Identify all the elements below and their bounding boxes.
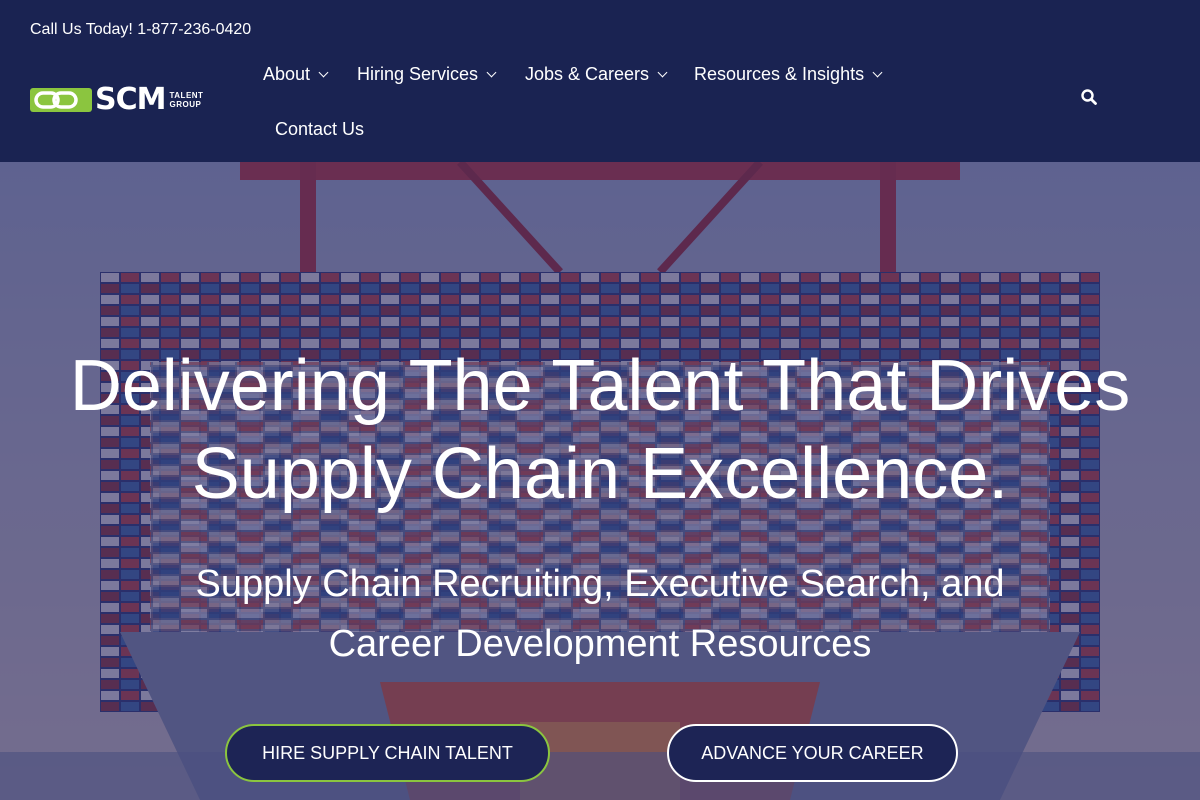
nav-hiring-services[interactable]: Hiring Services — [357, 64, 497, 85]
logo-wordmark: SCM — [95, 82, 166, 117]
chain-link-icon — [30, 88, 92, 112]
hero-section: Delivering The Talent That Drives Supply… — [0, 162, 1200, 800]
site-header: Call Us Today! 1-877-236-0420 SCM TALENT… — [0, 0, 1200, 162]
advance-your-career-button[interactable]: ADVANCE YOUR CAREER — [667, 724, 958, 782]
subheadline-line-1: Supply Chain Recruiting, Executive Searc… — [195, 563, 1005, 605]
hero-headline: Delivering The Talent That Drives Supply… — [0, 342, 1200, 518]
logo-tag-bottom: GROUP — [169, 100, 202, 109]
nav-label: Contact Us — [275, 119, 365, 139]
nav-about[interactable]: About — [263, 64, 329, 85]
nav-label: Resources & Insights — [694, 64, 865, 84]
hire-supply-chain-talent-button[interactable]: HIRE SUPPLY CHAIN TALENT — [225, 724, 550, 782]
nav-label: About — [263, 64, 311, 84]
logo[interactable]: SCM TALENT GROUP — [30, 84, 208, 116]
logo-tag-top: TALENT — [169, 91, 204, 100]
search-icon[interactable] — [1080, 88, 1098, 106]
chevron-down-icon — [657, 67, 668, 78]
nav-label: Hiring Services — [357, 64, 479, 84]
nav-resources-insights[interactable]: Resources & Insights — [694, 64, 883, 85]
hero-subheadline: Supply Chain Recruiting, Executive Searc… — [0, 554, 1200, 674]
nav-contact-us[interactable]: Contact Us — [275, 119, 364, 140]
logo-tagline: TALENT GROUP — [169, 91, 203, 109]
phone-number[interactable]: Call Us Today! 1-877-236-0420 — [30, 21, 251, 39]
chevron-down-icon — [872, 67, 883, 78]
headline-line-1: Delivering The Talent That Drives — [69, 346, 1131, 426]
chevron-down-icon — [486, 67, 497, 78]
chevron-down-icon — [318, 67, 329, 78]
headline-line-2: Supply Chain Excellence. — [191, 434, 1009, 514]
nav-jobs-careers[interactable]: Jobs & Careers — [525, 64, 668, 85]
nav-label: Jobs & Careers — [525, 64, 650, 84]
subheadline-line-2: Career Development Resources — [328, 623, 872, 665]
